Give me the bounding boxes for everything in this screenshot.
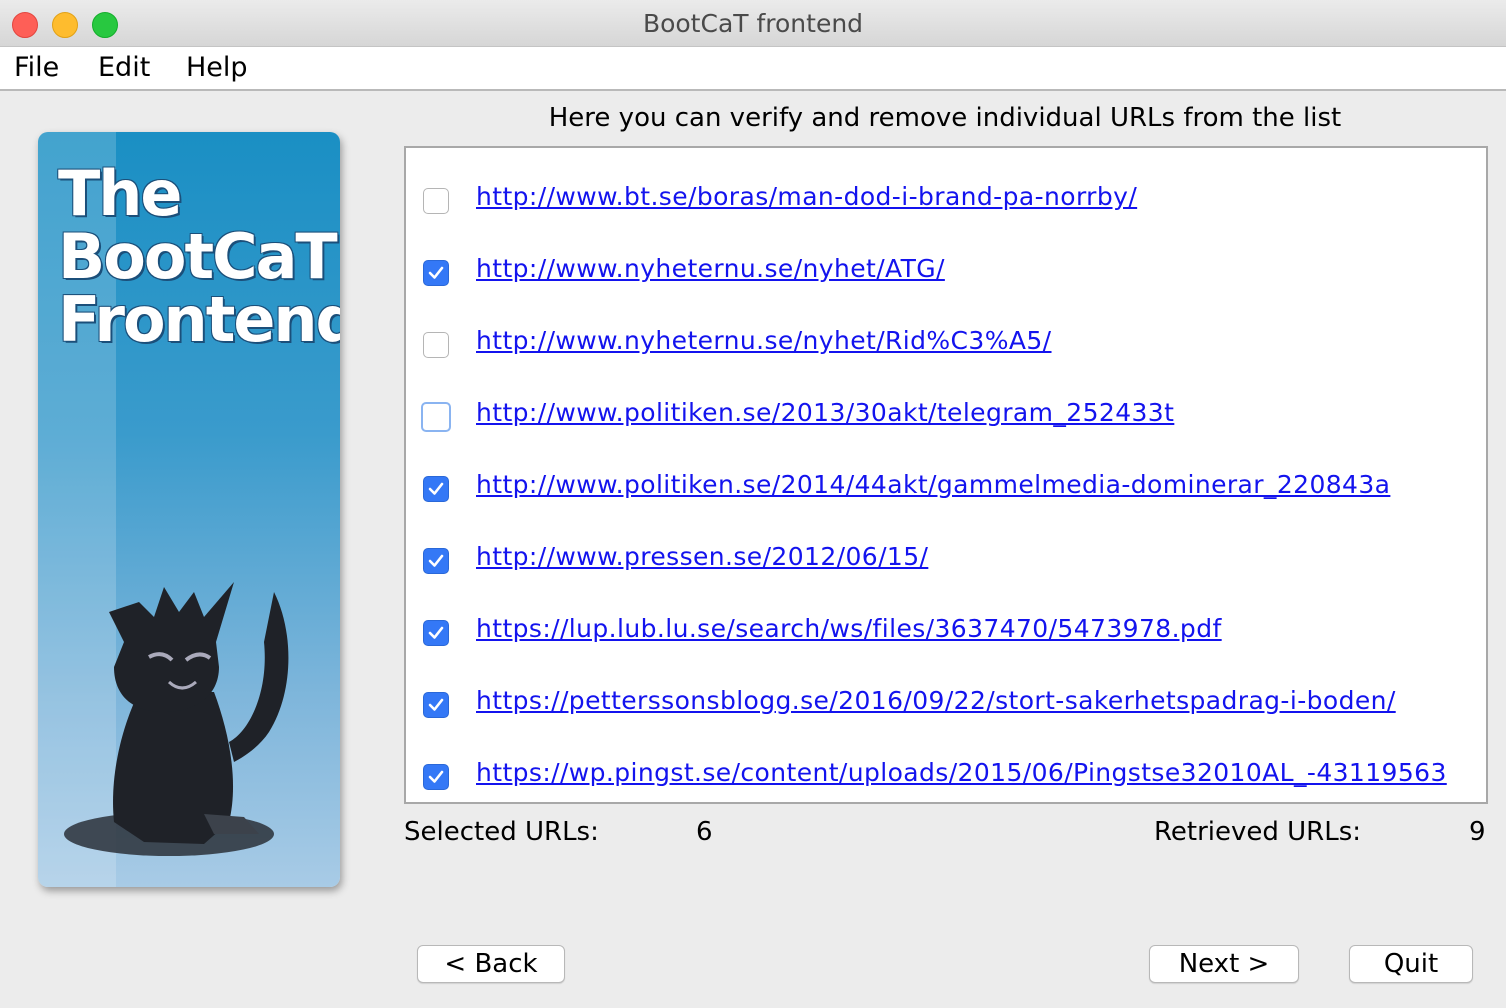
- url-list[interactable]: http://www.bt.se/boras/man-dod-i-brand-p…: [404, 146, 1488, 804]
- url-checkbox[interactable]: [423, 260, 449, 286]
- checkmark-icon: [428, 482, 444, 495]
- url-checkbox[interactable]: [423, 476, 449, 502]
- menu-bar: File Edit Help: [0, 47, 1506, 91]
- url-checkbox[interactable]: [423, 188, 449, 214]
- retrieved-urls-label: Retrieved URLs:: [1154, 817, 1362, 847]
- menu-help[interactable]: Help: [186, 52, 248, 83]
- url-row: http://www.nyheternu.se/nyhet/Rid%C3%A5/: [406, 302, 1486, 362]
- url-link[interactable]: https://lup.lub.lu.se/search/ws/files/36…: [476, 614, 1222, 643]
- url-checkbox[interactable]: [423, 548, 449, 574]
- logo-text: The BootCaT Frontend: [58, 162, 340, 351]
- menu-edit[interactable]: Edit: [98, 52, 150, 83]
- selected-urls-label: Selected URLs:: [404, 817, 599, 847]
- checkmark-icon: [428, 770, 444, 783]
- url-link[interactable]: http://www.politiken.se/2014/44akt/gamme…: [476, 470, 1390, 499]
- url-checkbox[interactable]: [421, 402, 451, 432]
- bootcat-logo: The BootCaT Frontend: [38, 132, 340, 887]
- next-button[interactable]: Next >: [1149, 945, 1299, 983]
- logo-line-2: BootCaT: [58, 220, 338, 293]
- url-row: https://wp.pingst.se/content/uploads/201…: [406, 734, 1486, 794]
- url-row: http://www.pressen.se/2012/06/15/: [406, 518, 1486, 578]
- checkmark-icon: [428, 554, 444, 567]
- logo-line-1: The: [58, 157, 182, 230]
- url-row: http://www.politiken.se/2013/30akt/teleg…: [406, 374, 1486, 434]
- url-row: http://www.bt.se/boras/man-dod-i-brand-p…: [406, 158, 1486, 218]
- url-checkbox[interactable]: [423, 764, 449, 790]
- menu-file[interactable]: File: [14, 52, 59, 83]
- url-checkbox[interactable]: [423, 692, 449, 718]
- url-link[interactable]: http://www.pressen.se/2012/06/15/: [476, 542, 928, 571]
- url-checkbox[interactable]: [423, 620, 449, 646]
- url-row: https://lup.lub.lu.se/search/ws/files/36…: [406, 590, 1486, 650]
- url-link[interactable]: https://wp.pingst.se/content/uploads/201…: [476, 758, 1447, 787]
- url-link[interactable]: http://www.bt.se/boras/man-dod-i-brand-p…: [476, 182, 1137, 211]
- url-link[interactable]: https://petterssonsblogg.se/2016/09/22/s…: [476, 686, 1396, 715]
- instructions-heading: Here you can verify and remove individua…: [548, 103, 1342, 133]
- url-checkbox[interactable]: [423, 332, 449, 358]
- url-row: http://www.nyheternu.se/nyhet/ATG/: [406, 230, 1486, 290]
- checkmark-icon: [428, 626, 444, 639]
- url-link[interactable]: http://www.nyheternu.se/nyhet/Rid%C3%A5/: [476, 326, 1052, 355]
- url-link[interactable]: http://www.politiken.se/2013/30akt/teleg…: [476, 398, 1174, 427]
- back-button[interactable]: < Back: [417, 945, 565, 983]
- cat-mascot-icon: [64, 582, 289, 856]
- url-link[interactable]: http://www.nyheternu.se/nyhet/ATG/: [476, 254, 945, 283]
- url-row: http://www.politiken.se/2014/44akt/gamme…: [406, 446, 1486, 506]
- checkmark-icon: [428, 698, 444, 711]
- checkmark-icon: [428, 266, 444, 279]
- retrieved-urls-value: 9: [1469, 817, 1486, 847]
- title-bar: BootCaT frontend: [0, 0, 1506, 47]
- quit-button[interactable]: Quit: [1349, 945, 1473, 983]
- url-row: https://petterssonsblogg.se/2016/09/22/s…: [406, 662, 1486, 722]
- logo-line-3: Frontend: [58, 283, 340, 356]
- window-title: BootCaT frontend: [642, 9, 864, 38]
- selected-urls-value: 6: [696, 817, 713, 847]
